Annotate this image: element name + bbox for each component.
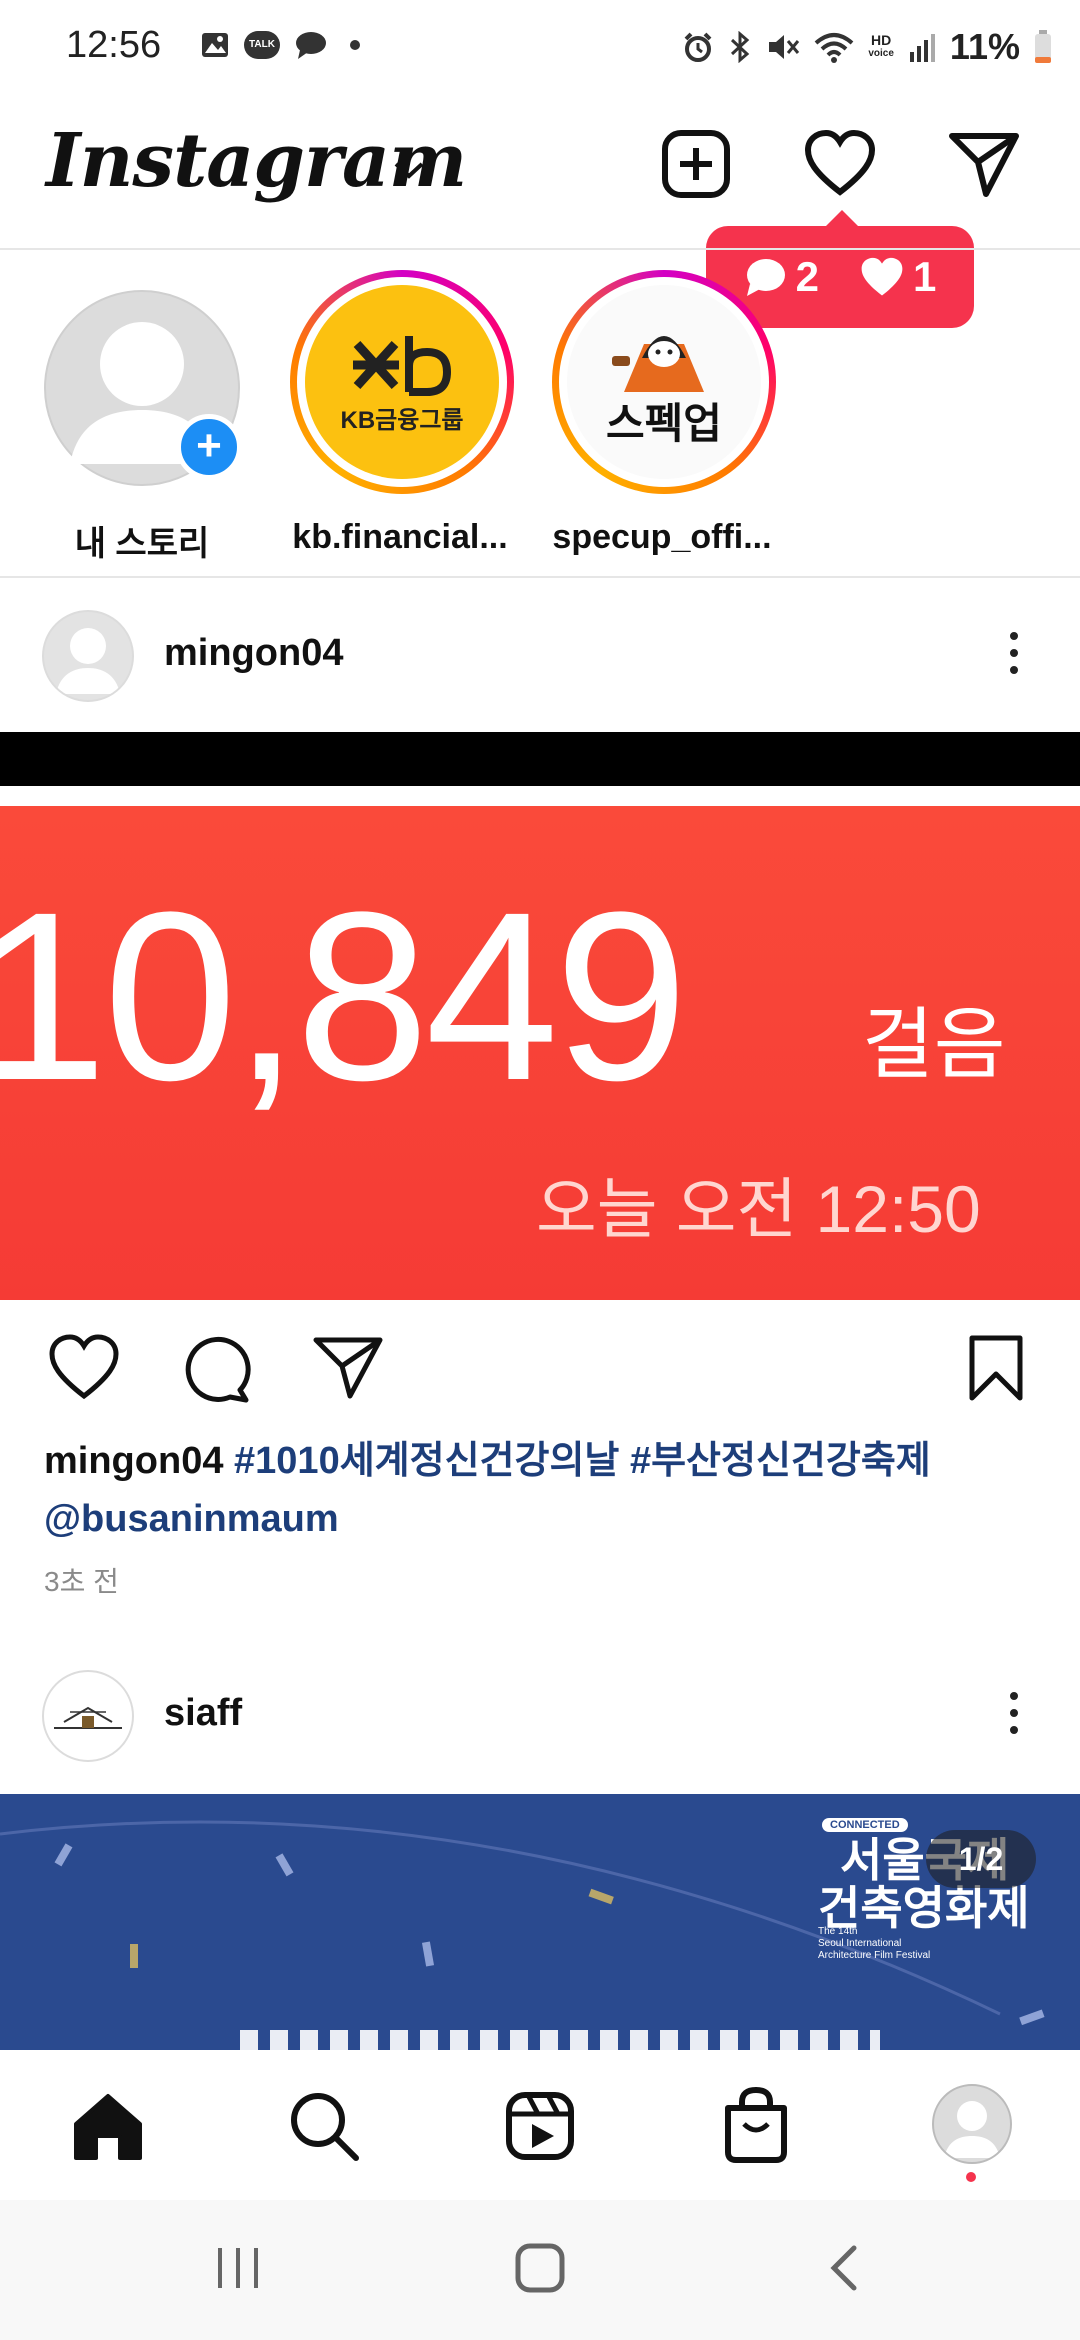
new-post-icon[interactable] <box>660 128 732 200</box>
post-time: 3초 전 <box>44 1566 119 1597</box>
story-ring: KB금융그룹 <box>290 270 514 494</box>
more-options-icon[interactable] <box>1010 632 1020 674</box>
profile-avatar[interactable] <box>932 2084 1012 2164</box>
festival-sub-1: The 14th <box>818 1926 858 1937</box>
post-caption: mingon04 #1010세계정신건강의날 #부산정신건강축제 @busani… <box>44 1432 1044 1548</box>
bluetooth-icon <box>731 31 750 63</box>
battery-percent: 11% <box>949 26 1020 67</box>
story-ring: 스펙업 <box>552 270 776 494</box>
story-my[interactable]: + 내 스토리 <box>32 286 252 565</box>
like-count: 1 <box>859 253 936 301</box>
image-black-bar <box>0 732 1080 786</box>
header-divider <box>0 248 1080 250</box>
direct-message-icon[interactable] <box>948 128 1020 200</box>
system-navigation-bar <box>0 2200 1080 2340</box>
specup-logo: 스펙업 <box>567 285 761 479</box>
post-username[interactable]: siaff <box>164 1692 242 1735</box>
more-options-icon[interactable] <box>1010 1692 1020 1734</box>
post-avatar[interactable] <box>42 610 134 702</box>
heart-filled-icon <box>861 257 903 296</box>
kb-logo: KB금융그룹 <box>305 285 499 479</box>
kakaotalk-icon: TALK <box>244 31 280 59</box>
post-avatar[interactable] <box>42 1670 134 1762</box>
siaff-logo-icon <box>54 1706 122 1729</box>
step-count: 10,849 <box>0 862 688 1130</box>
signal-icon <box>909 34 935 62</box>
post-image[interactable]: 10,849 걸음 오늘 오전 12:50 <box>0 806 1080 1300</box>
status-right-icons: HD voice 11% <box>682 26 1052 68</box>
comment-icon[interactable] <box>180 1334 252 1404</box>
search-icon[interactable] <box>286 2088 362 2164</box>
caption-username[interactable]: mingon04 <box>44 1440 223 1482</box>
caption-hashtags[interactable]: #1010세계정신건강의날 #부산정신건강축제 <box>234 1440 931 1482</box>
mascot-icon <box>612 335 704 392</box>
share-icon[interactable] <box>312 1334 384 1400</box>
back-icon[interactable] <box>824 2242 864 2294</box>
status-left-icons: TALK <box>200 30 360 60</box>
caption-mention[interactable]: @busaninmaum <box>44 1498 339 1540</box>
alarm-icon <box>684 32 712 62</box>
story-kb-financial[interactable]: KB금융그룹 kb.financial... <box>290 270 514 557</box>
story-label: specup_offi... <box>552 518 772 556</box>
festival-sub-2: Seoul International <box>818 1938 902 1949</box>
stories-divider <box>0 576 1080 578</box>
like-heart-icon[interactable] <box>48 1334 120 1400</box>
status-time: 12:56 <box>66 24 162 66</box>
recent-apps-icon[interactable] <box>212 2244 264 2292</box>
bookmark-icon[interactable] <box>966 1334 1026 1402</box>
dot-icon <box>350 40 360 50</box>
wifi-icon <box>815 33 854 63</box>
profile-notification-dot <box>966 2172 976 2182</box>
heart-icon[interactable] <box>804 128 876 200</box>
gallery-icon <box>202 33 228 57</box>
reels-icon[interactable] <box>504 2090 576 2162</box>
story-specup[interactable]: 스펙업 specup_offi... <box>552 270 776 557</box>
chat-bubble-icon <box>296 32 326 59</box>
story-label: 내 스토리 <box>74 525 210 563</box>
default-avatar-icon <box>944 2101 1000 2158</box>
carousel-page-indicator: 1/2 <box>926 1830 1036 1888</box>
home-icon[interactable] <box>70 2090 146 2162</box>
mute-icon <box>769 35 800 59</box>
step-timestamp: 오늘 오전 12:50 <box>536 1172 981 1246</box>
post-username[interactable]: mingon04 <box>164 632 343 675</box>
shop-icon[interactable] <box>722 2084 790 2164</box>
avatar: + <box>44 290 242 486</box>
kb-star-icon <box>353 335 452 396</box>
step-unit: 걸음 <box>862 1000 1006 1088</box>
battery-icon <box>1035 30 1051 63</box>
home-button-icon[interactable] <box>512 2242 568 2294</box>
festival-sub-3: Architecture Film Festival <box>818 1950 931 1961</box>
story-label: kb.financial... <box>292 518 508 556</box>
hd-voice-label: HD voice <box>868 32 894 59</box>
default-avatar-icon <box>56 628 120 694</box>
post-image[interactable]: CONNECTED 서울국제 건축영화제 The 14th Seoul Inte… <box>0 1794 1080 2050</box>
chevron-down-icon[interactable] <box>392 158 426 182</box>
add-story-icon[interactable]: + <box>176 414 242 480</box>
cut-off-caption-text <box>240 2030 880 2050</box>
